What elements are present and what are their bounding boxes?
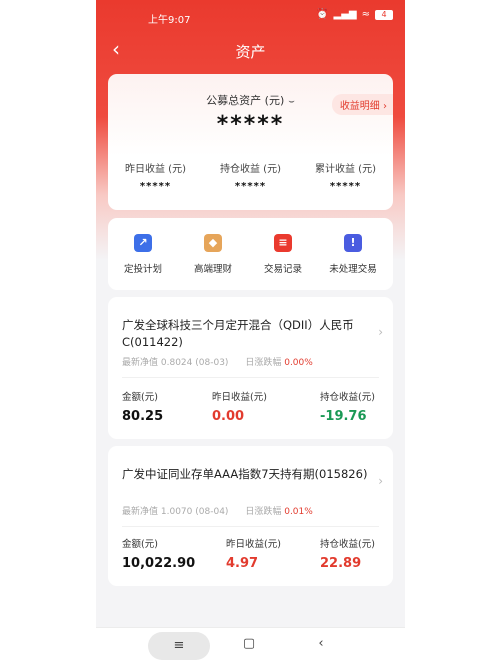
home-button[interactable]: ▢ xyxy=(229,636,269,651)
stat-label: 持仓收益 (元) xyxy=(220,164,281,175)
nav-value: 0.8024 xyxy=(160,358,193,368)
stat-holding: 持仓收益 (元) ***** xyxy=(203,160,298,192)
yesterday-label: 昨日收益(元) xyxy=(212,392,267,403)
chart-icon: ↗ xyxy=(134,234,152,252)
status-bar: 上午9:07 ⏰ ▂▄▆ ≈ 4 xyxy=(96,0,405,34)
quick-action-label: 未处理交易 xyxy=(329,264,377,275)
chevron-right-icon[interactable]: › xyxy=(378,474,383,488)
nav-date: (08-03) xyxy=(195,358,229,368)
nav-date: (08-04) xyxy=(195,507,229,517)
stat-cumulative: 累计收益 (元) ***** xyxy=(298,160,393,192)
quick-action-label: 定投计划 xyxy=(123,264,162,275)
amount-label: 金额(元) xyxy=(122,539,158,550)
asset-total-value: ***** xyxy=(216,112,285,137)
stat-yesterday: 昨日收益 (元) ***** xyxy=(108,160,203,192)
holding-label: 持仓收益(元) xyxy=(320,539,375,550)
fund-holding-income: 持仓收益(元) -19.76 xyxy=(320,389,375,424)
status-icons: ⏰ ▂▄▆ ≈ 4 xyxy=(316,9,393,21)
quick-action-trade-records[interactable]: ≡ 交易记录 xyxy=(248,234,318,275)
nav-label: 最新净值 xyxy=(122,507,159,517)
diamond-icon: ◆ xyxy=(204,234,222,252)
alarm-icon: ⏰ xyxy=(316,9,329,20)
nav-value: 1.0070 xyxy=(160,507,193,517)
fund-meta: 最新净值 1.0070 (08-04) 日涨跌幅 0.01% xyxy=(122,504,313,517)
change-label: 日涨跌幅 xyxy=(245,358,282,368)
fund-meta: 最新净值 0.8024 (08-03) 日涨跌幅 0.00% xyxy=(122,355,313,368)
amount-label: 金额(元) xyxy=(122,392,158,403)
page-title: 资产 xyxy=(235,43,266,61)
battery-icon: 4 xyxy=(375,10,393,20)
signal-icon: ▂▄▆ xyxy=(333,9,357,20)
wifi-icon: ≈ xyxy=(361,9,370,20)
holding-label: 持仓收益(元) xyxy=(320,392,375,403)
change-value: 0.00% xyxy=(284,358,313,368)
asset-title: 公募总资产 (元) xyxy=(206,94,285,107)
alert-icon: ! xyxy=(344,234,362,252)
stat-label: 累计收益 (元) xyxy=(315,164,376,175)
quick-action-high-end-wealth[interactable]: ◆ 高端理财 xyxy=(178,234,248,275)
holding-value: -19.76 xyxy=(320,409,367,424)
fund-name: 广发中证同业存单AAA指数7天持有期(015826) xyxy=(122,467,368,481)
fund-yesterday-income: 昨日收益(元) 0.00 xyxy=(212,389,267,424)
change-label: 日涨跌幅 xyxy=(245,507,282,517)
change-value: 0.01% xyxy=(284,507,313,517)
app-screen: 上午9:07 ⏰ ▂▄▆ ≈ 4 ‹ 资产 公募总资产 (元) ⌣ 收益明细 › … xyxy=(96,0,405,667)
fund-amount: 金额(元) 80.25 xyxy=(122,389,163,424)
stat-value: ***** xyxy=(234,181,267,192)
stat-label: 昨日收益 (元) xyxy=(125,164,186,175)
nav-bar: ‹ 资产 xyxy=(96,34,405,66)
quick-action-label: 交易记录 xyxy=(263,264,302,275)
system-back-button[interactable]: ‹ xyxy=(301,636,341,651)
quick-action-investment-plan[interactable]: ↗ 定投计划 xyxy=(108,234,178,275)
amount-value: 80.25 xyxy=(122,409,164,424)
menu-button[interactable]: ≡ xyxy=(148,632,210,660)
quick-action-pending-trades[interactable]: ! 未处理交易 xyxy=(318,234,388,275)
fund-card[interactable]: 广发全球科技三个月定开混合（QDII）人民币C(011422) › 最新净值 0… xyxy=(108,297,393,439)
yesterday-value: 4.97 xyxy=(226,556,259,571)
fund-card[interactable]: 广发中证同业存单AAA指数7天持有期(015826) › 最新净值 1.0070… xyxy=(108,446,393,586)
quick-actions-card: ↗ 定投计划 ◆ 高端理财 ≡ 交易记录 ! 未处理交易 xyxy=(108,218,393,290)
divider xyxy=(122,526,379,527)
stat-value: ***** xyxy=(139,181,172,192)
eye-toggle-icon[interactable]: ⌣ xyxy=(288,96,295,107)
document-icon: ≡ xyxy=(274,234,292,252)
yesterday-value: 0.00 xyxy=(212,409,245,424)
quick-action-label: 高端理财 xyxy=(193,264,232,275)
holding-value: 22.89 xyxy=(320,556,362,571)
asset-summary-card: 公募总资产 (元) ⌣ 收益明细 › ***** 昨日收益 (元) ***** 持… xyxy=(108,74,393,210)
fund-yesterday-income: 昨日收益(元) 4.97 xyxy=(226,536,281,571)
fund-holding-income: 持仓收益(元) 22.89 xyxy=(320,536,375,571)
system-nav-bar: ≡ ▢ ‹ xyxy=(96,627,405,667)
chevron-right-icon[interactable]: › xyxy=(378,325,383,339)
stat-value: ***** xyxy=(329,181,362,192)
fund-name: 广发全球科技三个月定开混合（QDII）人民币C(011422) xyxy=(122,318,354,349)
nav-label: 最新净值 xyxy=(122,358,159,368)
status-time: 上午9:07 xyxy=(148,15,191,26)
divider xyxy=(122,377,379,378)
amount-value: 10,022.90 xyxy=(122,556,196,571)
yesterday-label: 昨日收益(元) xyxy=(226,539,281,550)
fund-amount: 金额(元) 10,022.90 xyxy=(122,536,195,571)
